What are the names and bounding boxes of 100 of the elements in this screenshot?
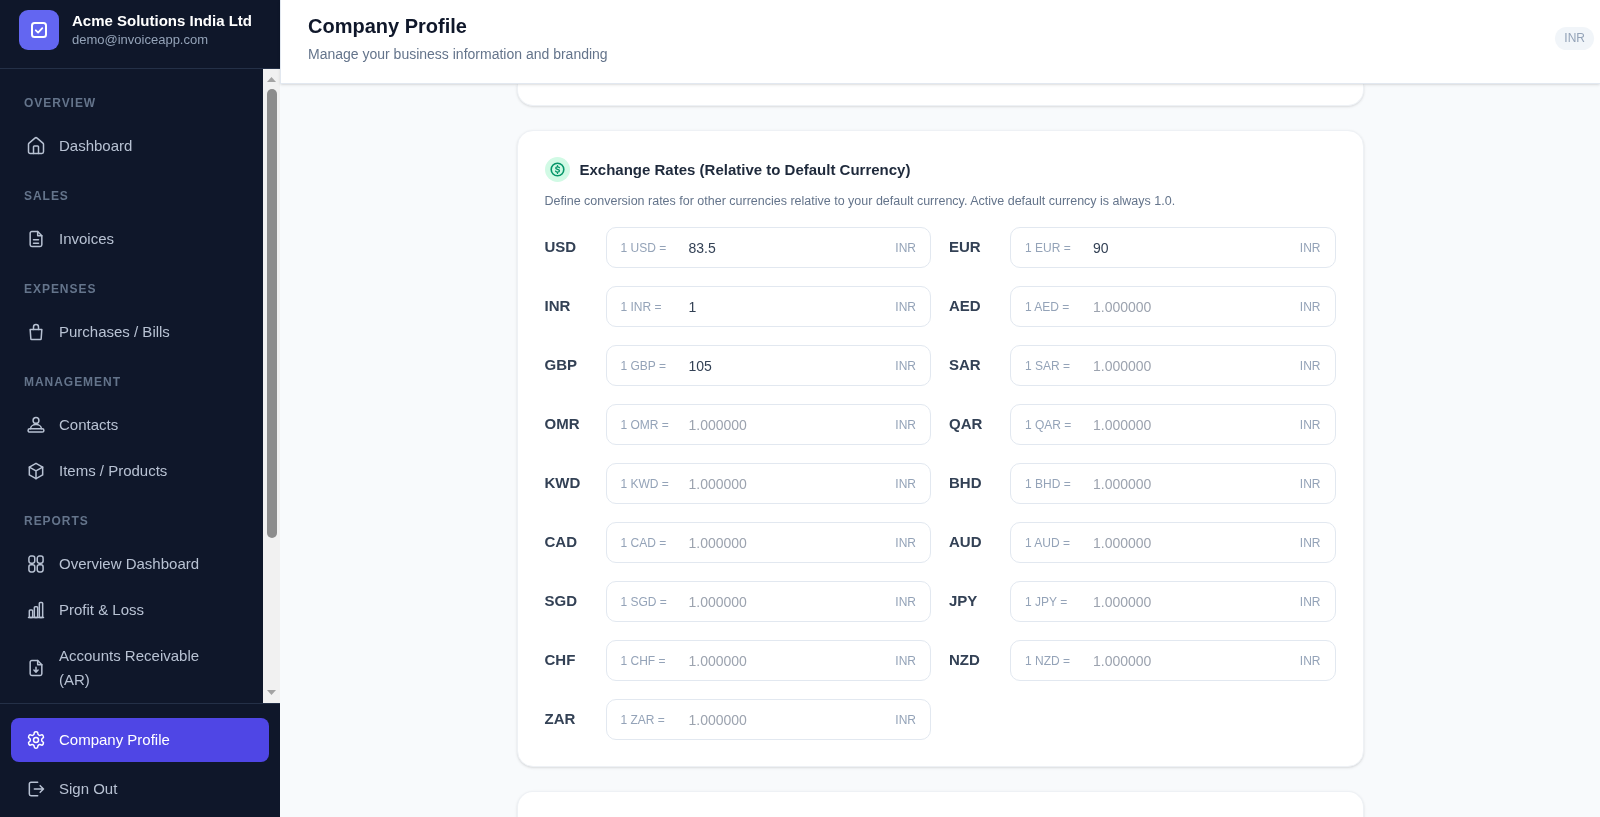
company-name: Acme Solutions India Ltd: [72, 10, 252, 31]
rate-prefix-label: 1 USD =: [620, 239, 668, 257]
nav-link[interactable]: Accounts Receivable (AR): [24, 633, 251, 703]
currency-suffix-label: INR: [895, 593, 916, 611]
currency-code-label: NZD: [949, 650, 981, 671]
currency-suffix-label: INR: [895, 298, 916, 316]
currency-badge: INR: [1555, 27, 1594, 50]
currency-code-label: AED: [949, 296, 982, 317]
currency-suffix-label: INR: [1299, 475, 1321, 493]
rate-input-field[interactable]: 1 GBP = 105 INR: [605, 345, 931, 386]
bar-chart-icon: [26, 600, 46, 620]
page-title: Company Profile: [308, 14, 468, 39]
currency-code-label: SAR: [949, 355, 982, 376]
rate-value-input[interactable]: 1.000000: [1093, 412, 1300, 437]
rate-prefix-label: 1 QAR =: [1025, 416, 1073, 434]
section-heading: MANAGEMENT: [24, 374, 122, 390]
currency-suffix-label: INR: [1299, 416, 1321, 434]
currency-suffix-label: INR: [895, 711, 916, 729]
rate-value-input[interactable]: 1.000000: [1093, 530, 1300, 555]
currency-code-label: JPY: [949, 591, 979, 612]
currency-suffix-label: INR: [1299, 534, 1321, 552]
rate-value-input[interactable]: 1.000000: [688, 648, 896, 673]
rate-value-input[interactable]: 1.000000: [688, 707, 896, 732]
dollar-coin-icon: [544, 157, 570, 182]
rate-input-field[interactable]: 1 USD = 83.5 INR: [605, 227, 931, 268]
rate-value-input[interactable]: 1: [688, 294, 896, 319]
currency-suffix-label: INR: [895, 416, 916, 434]
currency-suffix-label: INR: [895, 239, 916, 257]
document-icon: [26, 229, 46, 249]
currency-suffix-label: INR: [1299, 593, 1321, 611]
rate-value-input[interactable]: 1.000000: [688, 589, 896, 614]
currency-code-label: EUR: [949, 237, 982, 258]
company-email: demo@invoiceapp.com: [72, 30, 210, 49]
rate-prefix-label: 1 JPY =: [1025, 593, 1069, 611]
rate-value-input[interactable]: 1.000000: [688, 530, 896, 555]
currency-code-label: AUD: [949, 532, 983, 553]
rate-value-input[interactable]: 90: [1093, 235, 1300, 260]
currency-suffix-label: INR: [1299, 239, 1321, 257]
rate-prefix-label: 1 EUR =: [1025, 239, 1072, 257]
nav-link[interactable]: Purchases / Bills: [24, 309, 251, 355]
rate-input-field[interactable]: 1 INR = 1 INR: [605, 286, 931, 327]
grid-icon: [26, 554, 46, 574]
section-heading: EXPENSES: [24, 281, 98, 297]
person-icon: [26, 415, 46, 435]
currency-code-label: OMR: [544, 414, 581, 435]
currency-suffix-label: INR: [895, 357, 916, 375]
rate-value-input[interactable]: 83.5: [688, 235, 896, 260]
scroll-up-icon[interactable]: [267, 77, 276, 82]
section-description: Define conversion rates for other currencies relative to your default currency. Active default currency is always 1.0.: [544, 193, 1177, 210]
currency-suffix-label: INR: [895, 475, 916, 493]
section-title: Exchange Rates (Relative to Default Currency): [579, 159, 911, 180]
settings-icon: [26, 730, 46, 750]
rate-value-input[interactable]: 1.000000: [688, 471, 896, 496]
rate-value-input[interactable]: 1.000000: [688, 412, 896, 437]
logout-icon: [26, 779, 46, 799]
currency-suffix-label: INR: [895, 534, 916, 552]
nav-link[interactable]: Profit & Loss: [24, 587, 251, 633]
currency-code-label: CHF: [544, 650, 577, 671]
rate-prefix-label: 1 KWD =: [620, 475, 670, 493]
rate-prefix-label: 1 AUD =: [1025, 534, 1072, 552]
currency-code-label: QAR: [949, 414, 984, 435]
rate-value-input[interactable]: 105: [688, 353, 896, 378]
rate-prefix-label: 1 INR =: [620, 298, 663, 316]
rate-prefix-label: 1 BHD =: [1025, 475, 1072, 493]
rate-prefix-label: 1 CAD =: [620, 534, 668, 552]
sign-out-button[interactable]: Sign Out: [11, 767, 269, 811]
document-download-icon: [26, 658, 46, 678]
nav-link[interactable]: Overview Dashboard: [24, 541, 251, 587]
section-heading: OVERVIEW: [24, 95, 98, 111]
currency-code-label: GBP: [544, 355, 578, 376]
page-subtitle: Manage your business information and branding: [308, 45, 608, 64]
currency-code-label: ZAR: [544, 709, 577, 730]
rate-prefix-label: 1 GBP =: [620, 357, 667, 375]
nav-link[interactable]: Invoices: [24, 216, 251, 262]
rate-prefix-label: 1 AED =: [1025, 298, 1071, 316]
rate-value-input[interactable]: 1.000000: [1093, 648, 1300, 673]
rate-value-input[interactable]: 1.000000: [1093, 294, 1300, 319]
nav-link[interactable]: Contacts: [24, 402, 251, 448]
rate-value-input[interactable]: 1.000000: [1093, 471, 1300, 496]
shopping-bag-icon: [26, 322, 46, 342]
checkbox-logo-icon: [19, 9, 59, 50]
rate-value-input[interactable]: 1.000000: [1093, 589, 1300, 614]
currency-suffix-label: INR: [1299, 357, 1321, 375]
nav-link[interactable]: Dashboard: [24, 123, 251, 169]
scroll-down-icon[interactable]: [267, 690, 276, 695]
section-heading: SALES: [24, 188, 70, 204]
rate-input-field[interactable]: 1 EUR = 90 INR: [1010, 227, 1336, 268]
currency-suffix-label: INR: [895, 652, 916, 670]
currency-suffix-label: INR: [1299, 652, 1321, 670]
cube-icon: [26, 461, 46, 481]
scrollbar-thumb[interactable]: [266, 89, 277, 538]
nav-link[interactable]: Items / Products: [24, 448, 251, 494]
currency-code-label: CAD: [544, 532, 578, 553]
rate-prefix-label: 1 CHF =: [620, 652, 667, 670]
rate-prefix-label: 1 OMR =: [620, 416, 670, 434]
company-profile-button[interactable]: Company Profile: [11, 718, 269, 762]
section-heading: REPORTS: [24, 513, 90, 529]
rate-prefix-label: 1 SAR =: [1025, 357, 1072, 375]
rate-value-input[interactable]: 1.000000: [1093, 353, 1300, 378]
rate-prefix-label: 1 NZD =: [1025, 652, 1071, 670]
